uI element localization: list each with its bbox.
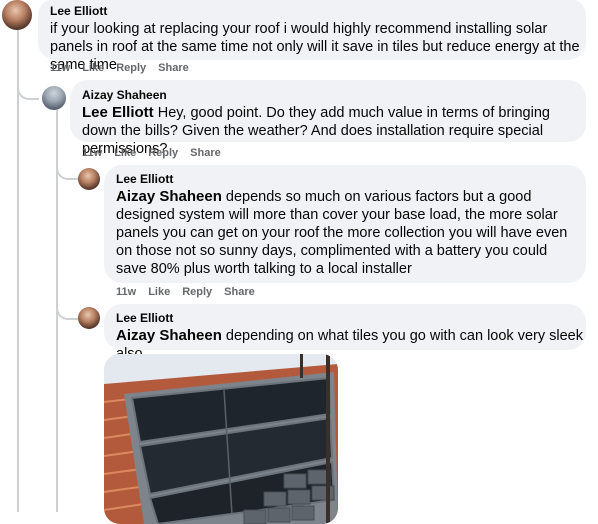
comment-author[interactable]: Lee Elliott [116, 171, 574, 187]
reply-button[interactable]: Reply [148, 146, 178, 160]
comment-timestamp[interactable]: 11w [82, 146, 102, 160]
thread-connector [56, 300, 78, 320]
thread-connector [17, 80, 39, 100]
comment-actions: 11w Like Reply Share [50, 61, 189, 75]
comment-timestamp[interactable]: 11w [116, 285, 136, 299]
comment-bubble: Lee Elliott if your looking at replacing… [38, 0, 586, 73]
share-button[interactable]: Share [224, 285, 255, 299]
comment-text: Aizay Shaheen depends so much on various… [116, 188, 572, 278]
comment-bubble: Lee Elliott Aizay Shaheen depending on w… [104, 304, 586, 362]
like-button[interactable]: Like [148, 285, 170, 299]
mention-link[interactable]: Lee Elliott [82, 104, 154, 121]
mention-link[interactable]: Aizay Shaheen [116, 327, 222, 344]
solar-roof-illustration [104, 354, 338, 524]
comment-author[interactable]: Lee Elliott [50, 3, 574, 19]
thread-line-main [17, 28, 19, 512]
avatar[interactable] [78, 307, 100, 329]
comment-author[interactable]: Lee Elliott [116, 310, 574, 326]
comment-bubble: Aizay Shaheen Lee Elliott Hey, good poin… [70, 80, 586, 157]
solar-panels-on-roof-photo[interactable] [104, 354, 338, 524]
avatar[interactable] [42, 86, 66, 110]
thread-connector [56, 160, 78, 180]
reply-button[interactable]: Reply [182, 285, 212, 299]
mention-link[interactable]: Aizay Shaheen [116, 188, 222, 205]
share-button[interactable]: Share [190, 146, 221, 160]
like-button[interactable]: Like [82, 61, 104, 75]
comment-bubble: Lee Elliott Aizay Shaheen depends so muc… [104, 165, 586, 283]
comment-actions: 11w Like Reply Share [82, 146, 221, 160]
reply-button[interactable]: Reply [116, 61, 146, 75]
like-button[interactable]: Like [114, 146, 136, 160]
comment-author[interactable]: Aizay Shaheen [82, 87, 574, 103]
avatar[interactable] [78, 168, 100, 190]
comment-timestamp[interactable]: 11w [50, 61, 70, 75]
share-button[interactable]: Share [158, 61, 189, 75]
avatar[interactable] [2, 0, 32, 30]
comment-actions: 11w Like Reply Share [116, 285, 255, 299]
